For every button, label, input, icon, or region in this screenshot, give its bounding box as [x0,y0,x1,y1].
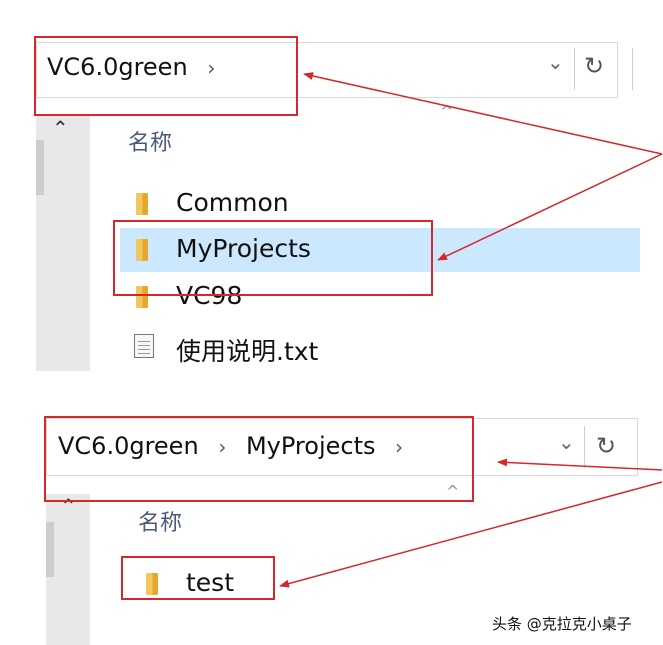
arrow-line [303,72,663,155]
watermark: 头条 @克拉克小桌子 [492,615,632,633]
arrow-line [279,481,663,588]
annotation-arrows [279,72,663,588]
arrow-line [497,458,663,471]
arrow-line [437,153,663,261]
